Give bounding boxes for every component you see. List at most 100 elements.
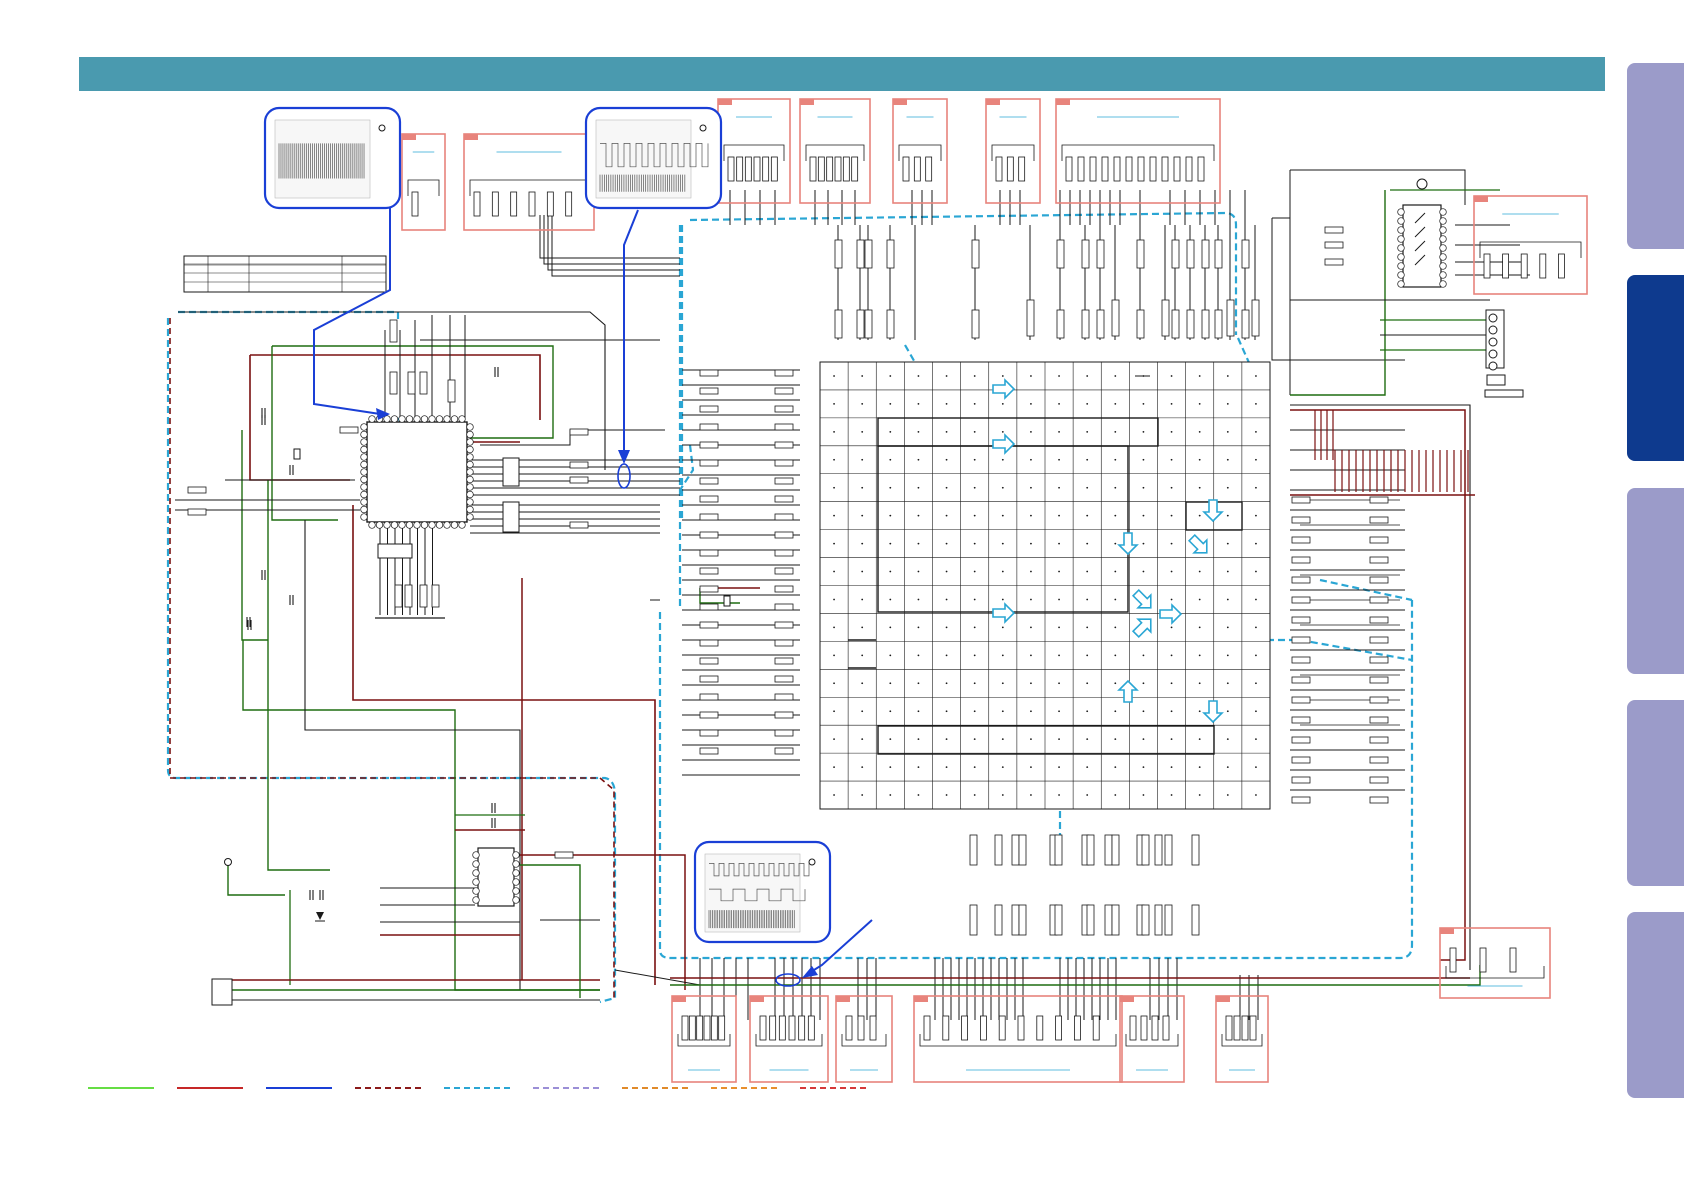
- legend-sample-8: [711, 1087, 777, 1089]
- callout-pointer-head: [618, 450, 630, 464]
- resistor: [339, 426, 359, 434]
- grid-pin: [1170, 570, 1173, 573]
- grid-pin: [1255, 598, 1257, 601]
- cpu-pin: [420, 415, 429, 423]
- transistor: [1416, 178, 1428, 190]
- grid-pin: [833, 598, 835, 601]
- grid-pin: [973, 403, 976, 405]
- connector-pin-part: [1137, 156, 1145, 182]
- grid-pin: [861, 542, 864, 545]
- grid-pin: [1030, 514, 1032, 517]
- component: [1104, 904, 1113, 936]
- grid-pin: [1058, 794, 1060, 796]
- side-connector-base: [1484, 389, 1524, 398]
- grid-pin: [973, 626, 976, 629]
- connector-pin-part: [1017, 1015, 1025, 1041]
- grid-pin: [1142, 403, 1145, 405]
- cpu-pin: [390, 521, 399, 529]
- resistor: [774, 585, 794, 593]
- component: [389, 371, 398, 395]
- component: [1154, 904, 1163, 936]
- component: [1056, 239, 1065, 269]
- crystal: [293, 448, 301, 460]
- grid-pin: [1114, 403, 1117, 405]
- cpu-pin: [466, 513, 474, 521]
- grid-pin: [1142, 794, 1145, 796]
- right-ic-pin: [1397, 271, 1405, 279]
- component: [1171, 309, 1180, 339]
- block-outline-left: [166, 310, 617, 1004]
- side-connector-pin: [1488, 361, 1498, 371]
- cpu-pin: [466, 423, 474, 431]
- cpu-pin: [360, 490, 368, 499]
- grid-pin: [973, 458, 976, 461]
- grid-pin: [1142, 458, 1145, 461]
- connector-pin-part: [842, 156, 850, 182]
- connector-pin-part: [1089, 156, 1097, 182]
- grid-pin: [1114, 654, 1117, 657]
- resistor: [774, 603, 794, 611]
- grid-pin: [861, 710, 864, 713]
- resistor: [774, 369, 794, 377]
- resistor: [1291, 736, 1311, 744]
- grid-pin: [1198, 710, 1201, 713]
- wire: [1290, 169, 1466, 205]
- grid-pin: [1030, 570, 1032, 573]
- grid-pin: [1030, 626, 1032, 629]
- grid-pin: [1255, 542, 1257, 545]
- grid-pin: [1198, 430, 1201, 433]
- grid-pin: [861, 766, 864, 768]
- grid-pin: [1226, 375, 1229, 377]
- component: [1086, 904, 1095, 936]
- grid-pin: [945, 682, 948, 685]
- resistor: [699, 513, 719, 521]
- connector-pin-part: [902, 156, 910, 182]
- cpu-pin: [466, 483, 474, 491]
- wire: [304, 520, 521, 990]
- grid-pin: [1030, 542, 1032, 545]
- grid-pin: [945, 766, 948, 768]
- grid-pin: [889, 514, 892, 517]
- grid-pin: [1255, 570, 1257, 573]
- resistor: [774, 621, 794, 629]
- component: [1141, 834, 1150, 866]
- callout-probe-marker: [775, 973, 801, 987]
- right-ic-pin: [1439, 262, 1447, 270]
- wire-red: [1290, 409, 1466, 961]
- grid-pin: [1114, 626, 1117, 629]
- resistor: [699, 387, 719, 395]
- main-processor-pin-grid: [819, 361, 1271, 810]
- grid-pin: [833, 570, 835, 573]
- resistor: [774, 693, 794, 701]
- resistor: [774, 531, 794, 539]
- connector-pin-part: [1125, 156, 1133, 182]
- resistor: [1291, 576, 1311, 584]
- resistor-network: [502, 501, 520, 533]
- connector-box-tag: [464, 134, 478, 140]
- wire: [547, 215, 680, 271]
- cpu-pin: [466, 498, 474, 506]
- grid-pin: [917, 458, 920, 461]
- grid-pin: [1142, 542, 1145, 545]
- grid-pin: [889, 794, 892, 796]
- right-ic-pin: [1439, 208, 1447, 216]
- connector-pin-part: [1055, 1015, 1062, 1041]
- component: [1136, 309, 1145, 339]
- grid-pin: [945, 542, 948, 545]
- wire-green: [242, 640, 600, 991]
- connector-pin-part: [710, 1015, 718, 1041]
- grid-pin: [1114, 430, 1117, 433]
- grid-pin: [945, 654, 948, 657]
- connector-pin-part: [913, 156, 921, 182]
- connector-box-tag: [893, 99, 907, 105]
- cpu-pin: [450, 521, 459, 529]
- grid-pin: [945, 458, 948, 461]
- grid-pin: [1142, 514, 1145, 517]
- component: [856, 309, 865, 339]
- grid-pin: [1226, 710, 1229, 713]
- component: [994, 904, 1003, 936]
- resistor: [774, 459, 794, 467]
- resistor: [699, 603, 719, 611]
- connector-pin-part: [688, 1015, 696, 1041]
- grid-pin: [1086, 794, 1089, 796]
